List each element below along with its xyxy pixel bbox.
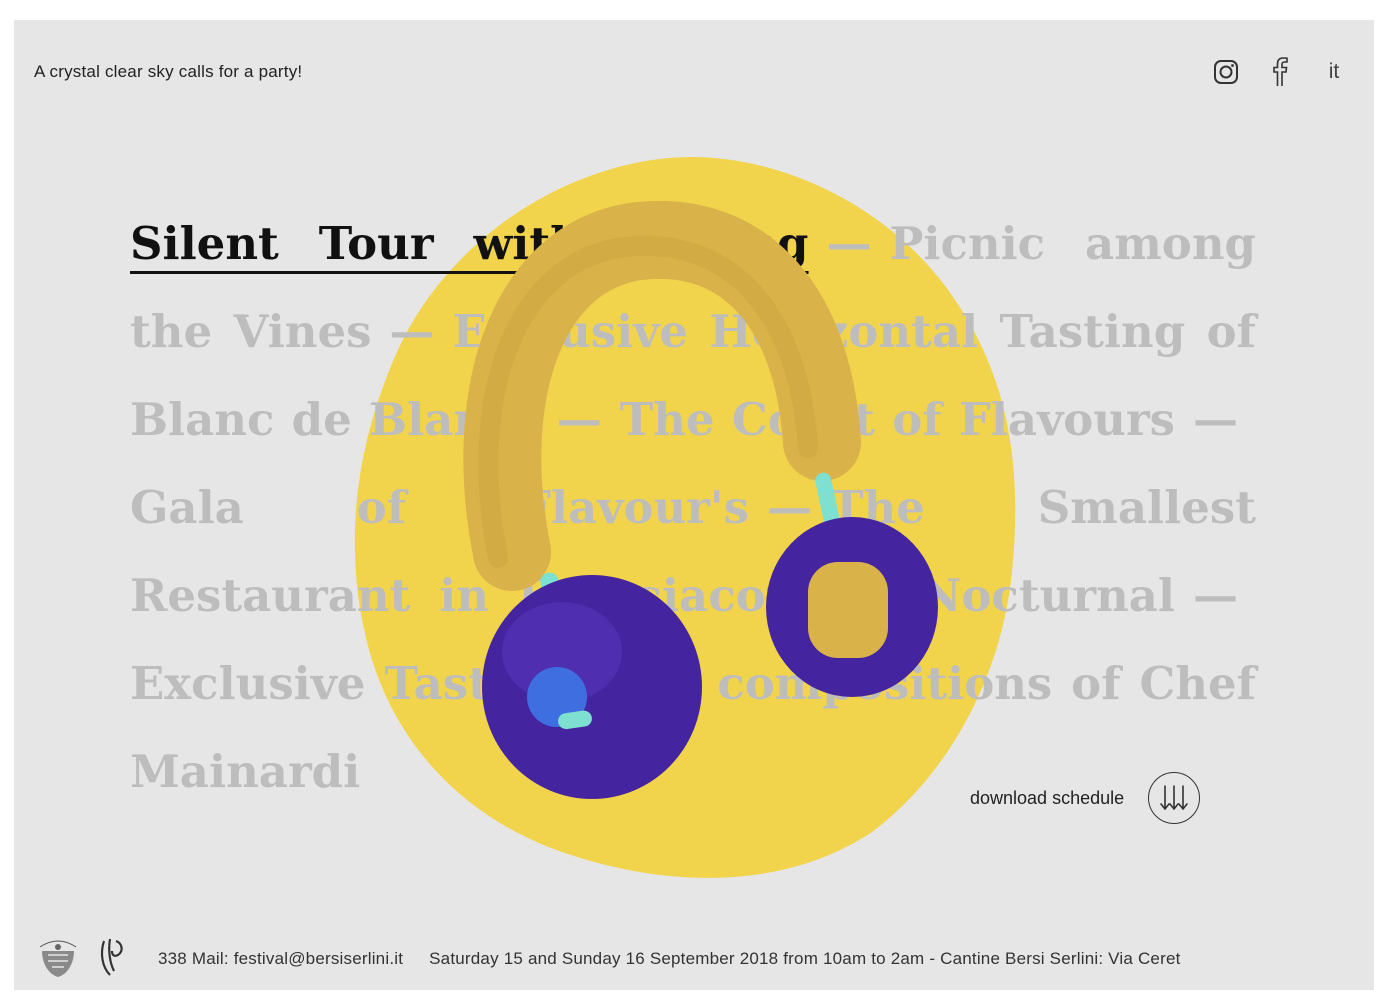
page-frame: A crystal clear sky calls for a party! i… bbox=[14, 20, 1374, 990]
tagline: A crystal clear sky calls for a party! bbox=[34, 62, 303, 81]
footer-bar: 338 Mail: festival@bersiserlini.it Saturd… bbox=[14, 928, 1374, 990]
event-list: Silent Tour with Tasting — Picnic among th… bbox=[130, 200, 1256, 816]
event-separator: — bbox=[767, 481, 812, 534]
footer-logos bbox=[14, 933, 158, 986]
event-separator: — bbox=[826, 217, 872, 270]
footer-dates: Saturday 15 and Sunday 16 September 2018… bbox=[429, 949, 1181, 968]
event-separator: — bbox=[1193, 569, 1238, 622]
event-item[interactable]: Nocturnal bbox=[920, 569, 1175, 622]
event-item[interactable]: The Court of Flavours bbox=[620, 393, 1175, 446]
event-separator: — bbox=[389, 305, 435, 358]
event-item[interactable]: Gala of Flavour's bbox=[130, 481, 749, 534]
event-separator: — bbox=[1193, 393, 1238, 446]
language-switch[interactable]: it bbox=[1320, 56, 1348, 88]
event-item-active[interactable]: Silent Tour with Tasting bbox=[130, 217, 809, 270]
festival-logo[interactable] bbox=[98, 935, 128, 984]
footer-contact: 338 Mail: festival@bersiserlini.it bbox=[158, 949, 404, 968]
social-links: it bbox=[1212, 56, 1348, 88]
instagram-icon[interactable] bbox=[1212, 56, 1240, 88]
facebook-icon[interactable] bbox=[1266, 56, 1294, 88]
event-separator: — bbox=[857, 569, 903, 622]
footer-ticker: 338 Mail: festival@bersiserlini.it Saturd… bbox=[158, 949, 1374, 969]
event-separator: — bbox=[556, 393, 602, 446]
download-schedule-button[interactable]: download schedule bbox=[970, 772, 1201, 824]
download-schedule-label: download schedule bbox=[970, 787, 1125, 808]
bersi-serlini-crest-logo[interactable] bbox=[32, 933, 84, 986]
triple-arrow-down-icon bbox=[1148, 772, 1201, 824]
